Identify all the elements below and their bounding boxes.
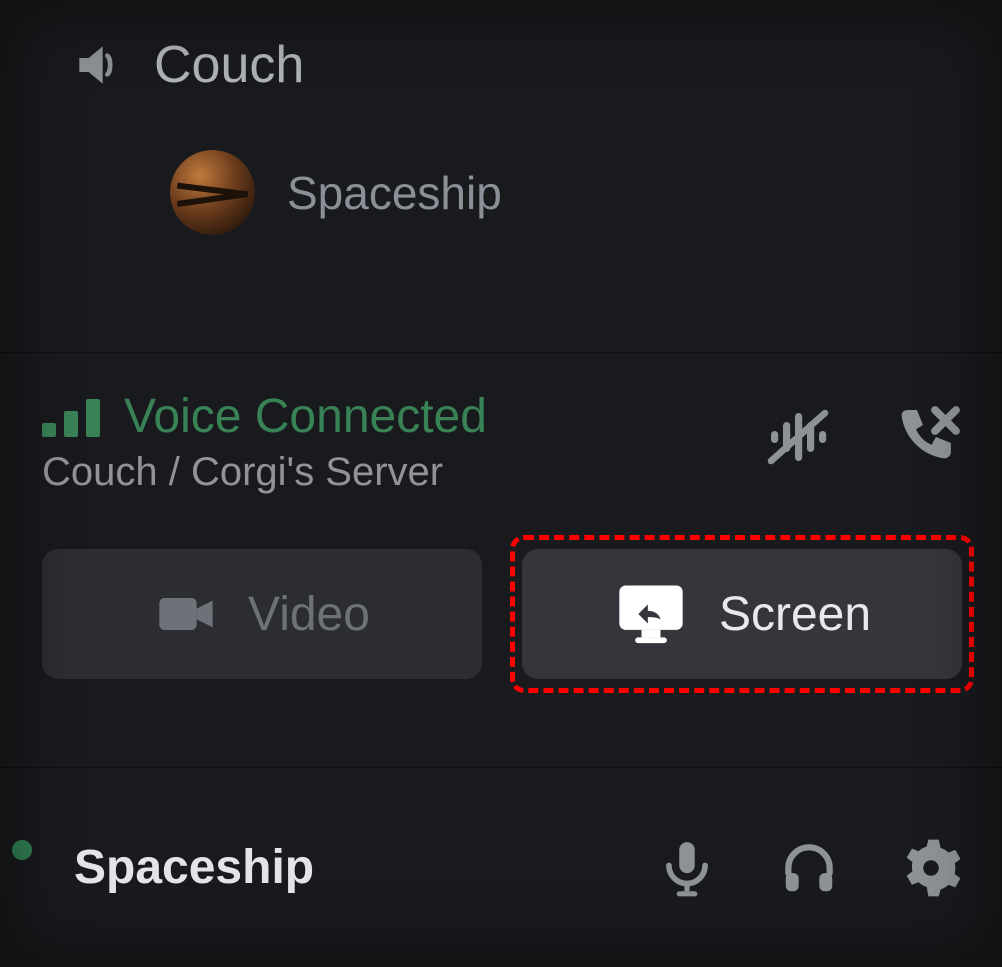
speaker-icon — [70, 37, 126, 93]
noise-suppression-icon[interactable] — [762, 401, 834, 473]
screen-share-button[interactable]: Screen — [522, 549, 962, 679]
voice-top-row: Voice Connected Couch / Corgi's Server — [42, 389, 962, 495]
voice-status-row[interactable]: Voice Connected — [42, 389, 487, 444]
video-button[interactable]: Video — [42, 549, 482, 679]
avatar — [170, 150, 255, 235]
disconnect-call-icon[interactable] — [890, 401, 962, 473]
channel-name: Couch — [154, 35, 304, 95]
online-status-icon — [4, 832, 40, 868]
screen-share-button-label: Screen — [719, 587, 871, 642]
channel-member-row[interactable]: Spaceship — [170, 150, 502, 235]
voice-connection-panel: Voice Connected Couch / Corgi's Server — [0, 352, 1002, 719]
voice-path-label: Couch / Corgi's Server — [42, 450, 487, 495]
channel-member-name: Spaceship — [287, 166, 502, 220]
settings-gear-icon[interactable] — [900, 837, 962, 899]
call-buttons-row: Video Screen — [42, 549, 962, 679]
deafen-headphones-icon[interactable] — [778, 837, 840, 899]
screen-share-icon — [613, 576, 689, 652]
voice-status-label: Voice Connected — [124, 389, 487, 444]
mute-mic-icon[interactable] — [656, 837, 718, 899]
user-bar: Spaceship — [0, 767, 1002, 967]
signal-strength-icon — [42, 397, 100, 437]
voice-channel-row[interactable]: Couch — [70, 35, 304, 95]
camera-icon — [154, 582, 218, 646]
video-button-label: Video — [248, 587, 370, 642]
user-name: Spaceship — [74, 840, 314, 895]
